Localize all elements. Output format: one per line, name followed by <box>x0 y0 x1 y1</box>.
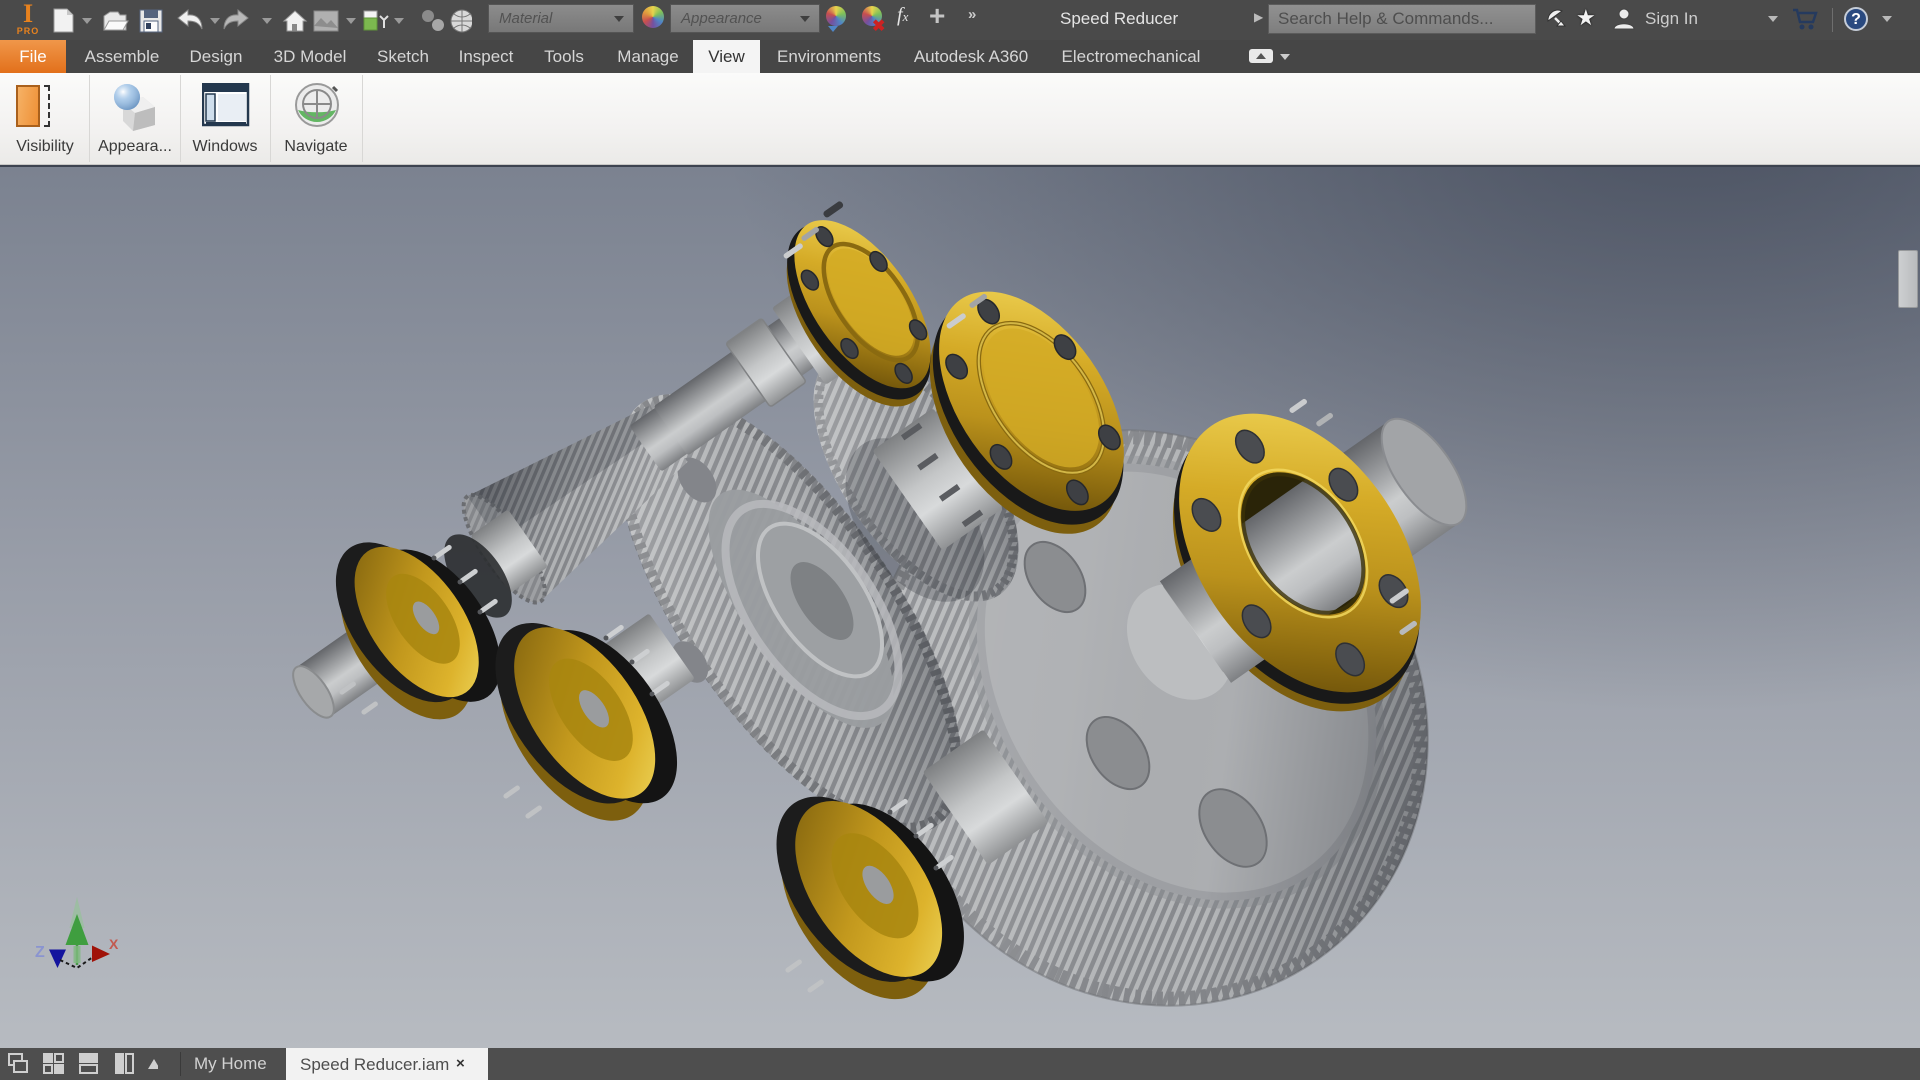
svg-text:X: X <box>109 936 119 952</box>
svg-text:Z: Z <box>35 944 45 961</box>
